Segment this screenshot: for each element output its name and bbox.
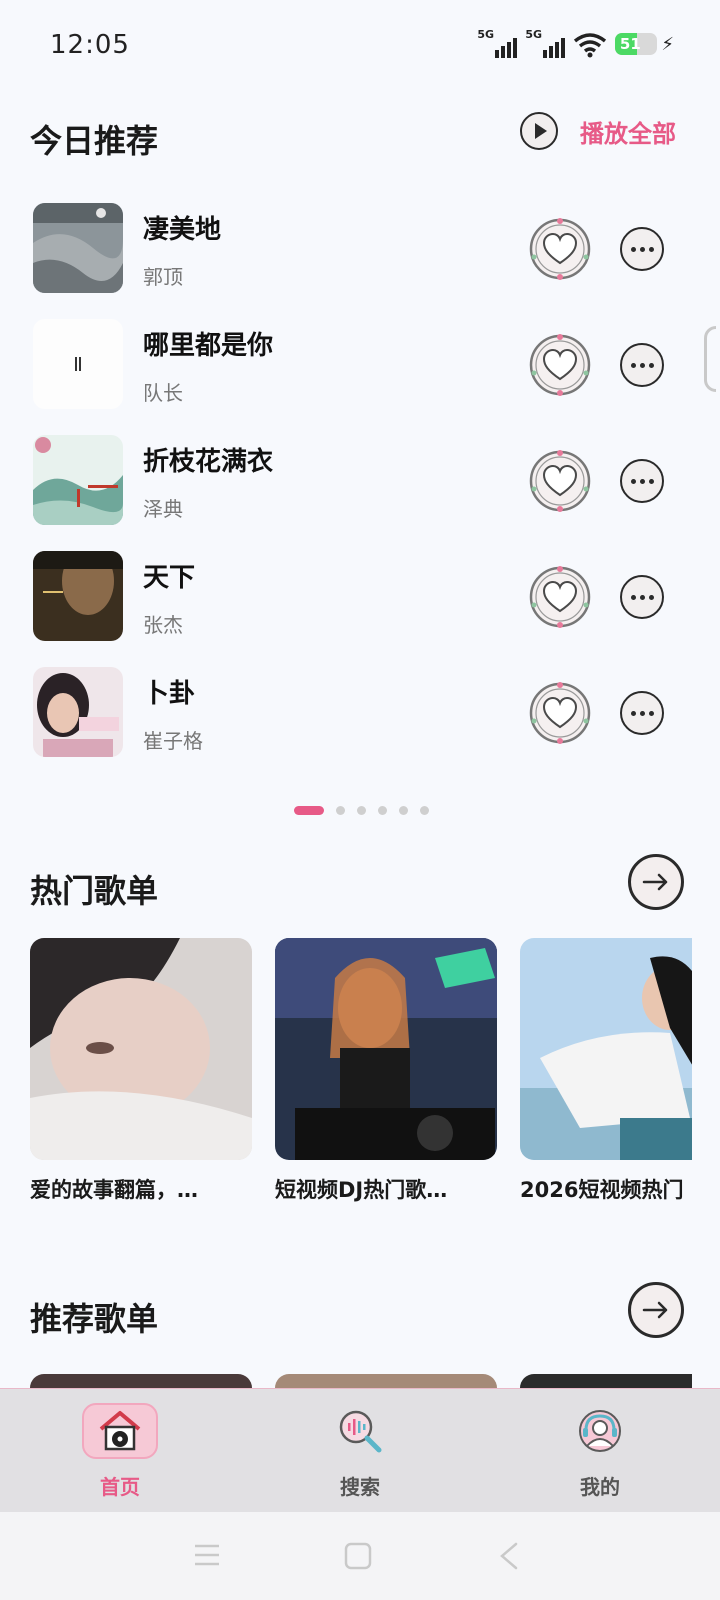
play-icon[interactable]: [520, 112, 558, 150]
more-options-button[interactable]: [620, 343, 664, 387]
like-heart-icon[interactable]: [528, 217, 592, 281]
song-cover[interactable]: [33, 435, 123, 525]
song-title: 凄美地: [143, 215, 222, 245]
like-heart-icon[interactable]: [528, 449, 592, 513]
section-title-recommended: 推荐歌单: [30, 1300, 159, 1338]
nav-label-search[interactable]: 搜索: [300, 1471, 420, 1500]
nav-label-home[interactable]: 首页: [60, 1471, 180, 1500]
arrow-right-icon: [642, 873, 668, 891]
song-artist: 崔子格: [143, 729, 203, 753]
playlist-title: 爱的故事翻篇，…: [30, 1178, 198, 1202]
home-icon[interactable]: [82, 1403, 158, 1459]
song-title: 折枝花满衣: [143, 447, 274, 477]
section-title-hot: 热门歌单: [30, 872, 159, 910]
song-artist: 泽典: [143, 497, 183, 521]
battery-icon: 51 ⚡: [615, 33, 674, 55]
like-heart-icon[interactable]: [528, 565, 592, 629]
battery-level: 51: [619, 35, 641, 53]
song-row[interactable]: 哪里都是你 队长: [0, 319, 720, 419]
system-navigation-bar: [0, 1512, 720, 1600]
nav-item-search[interactable]: 搜索: [300, 1403, 420, 1500]
song-artist: 张杰: [143, 613, 183, 637]
song-cover[interactable]: [33, 319, 123, 409]
song-title: 卜卦: [143, 679, 196, 709]
song-cover[interactable]: [33, 203, 123, 293]
section-title-today: 今日推荐: [30, 122, 159, 160]
hot-playlists-more-button[interactable]: [628, 854, 684, 910]
playlist-card[interactable]: 短视频DJ热门歌…: [275, 938, 497, 1204]
song-row[interactable]: 凄美地 郭顶: [0, 203, 720, 303]
hot-playlists-carousel[interactable]: 爱的故事翻篇，… 短视频DJ热门歌… 2026短视频热门: [30, 938, 692, 1208]
song-title: 哪里都是你: [143, 331, 274, 361]
more-options-button[interactable]: [620, 459, 664, 503]
playlist-cover[interactable]: [520, 938, 692, 1160]
playlist-cover[interactable]: [30, 938, 252, 1160]
song-row[interactable]: 卜卦 崔子格: [0, 667, 720, 767]
status-time: 12:05: [50, 30, 130, 60]
play-all-label[interactable]: 播放全部: [580, 114, 676, 149]
nav-item-home[interactable]: 首页: [60, 1403, 180, 1500]
page-dot[interactable]: [399, 806, 408, 815]
song-artist: 郭顶: [143, 265, 183, 289]
song-row[interactable]: 折枝花满衣 泽典: [0, 435, 720, 535]
arrow-right-icon: [642, 1301, 668, 1319]
song-row[interactable]: 天下 张杰: [0, 551, 720, 651]
page-dot[interactable]: [336, 806, 345, 815]
playlist-card[interactable]: 爱的故事翻篇，…: [30, 938, 252, 1204]
cellular-signal-icon: 5G: [477, 28, 518, 60]
page-dot[interactable]: [294, 806, 324, 815]
playlist-card[interactable]: 2026短视频热门: [520, 938, 692, 1204]
playlist-cover[interactable]: [275, 938, 497, 1160]
status-bar: 12:05 5G 5G 51 ⚡: [0, 0, 720, 92]
song-title: 天下: [143, 563, 196, 593]
nav-item-profile[interactable]: 我的: [540, 1403, 660, 1500]
song-artist: 队长: [143, 381, 183, 405]
song-cover[interactable]: [33, 667, 123, 757]
song-cover[interactable]: [33, 551, 123, 641]
wifi-icon: [574, 33, 607, 58]
charging-icon: ⚡: [661, 33, 674, 55]
page-dot[interactable]: [420, 806, 429, 815]
playlist-title: 短视频DJ热门歌…: [275, 1178, 448, 1202]
page-indicator: [294, 806, 429, 815]
more-options-button[interactable]: [620, 227, 664, 271]
more-options-button[interactable]: [620, 691, 664, 735]
recommended-playlists-more-button[interactable]: [628, 1282, 684, 1338]
bottom-navigation: 首页 搜索 我的: [0, 1388, 720, 1512]
side-drawer-handle[interactable]: [704, 326, 716, 392]
play-all-button[interactable]: 播放全部: [520, 112, 676, 150]
cellular-signal-icon: 5G: [525, 28, 566, 60]
playlist-title: 2026短视频热门: [520, 1178, 684, 1202]
like-heart-icon[interactable]: [528, 333, 592, 397]
profile-icon[interactable]: [562, 1403, 638, 1459]
back-icon[interactable]: [498, 1542, 520, 1570]
more-options-button[interactable]: [620, 575, 664, 619]
page-dot[interactable]: [378, 806, 387, 815]
home-button-icon[interactable]: [344, 1542, 372, 1570]
like-heart-icon[interactable]: [528, 681, 592, 745]
menu-icon[interactable]: [193, 1542, 221, 1568]
page-dot[interactable]: [357, 806, 366, 815]
status-icons: 5G 5G 51 ⚡: [477, 28, 674, 60]
nav-label-profile[interactable]: 我的: [540, 1471, 660, 1500]
search-icon[interactable]: [322, 1403, 398, 1459]
